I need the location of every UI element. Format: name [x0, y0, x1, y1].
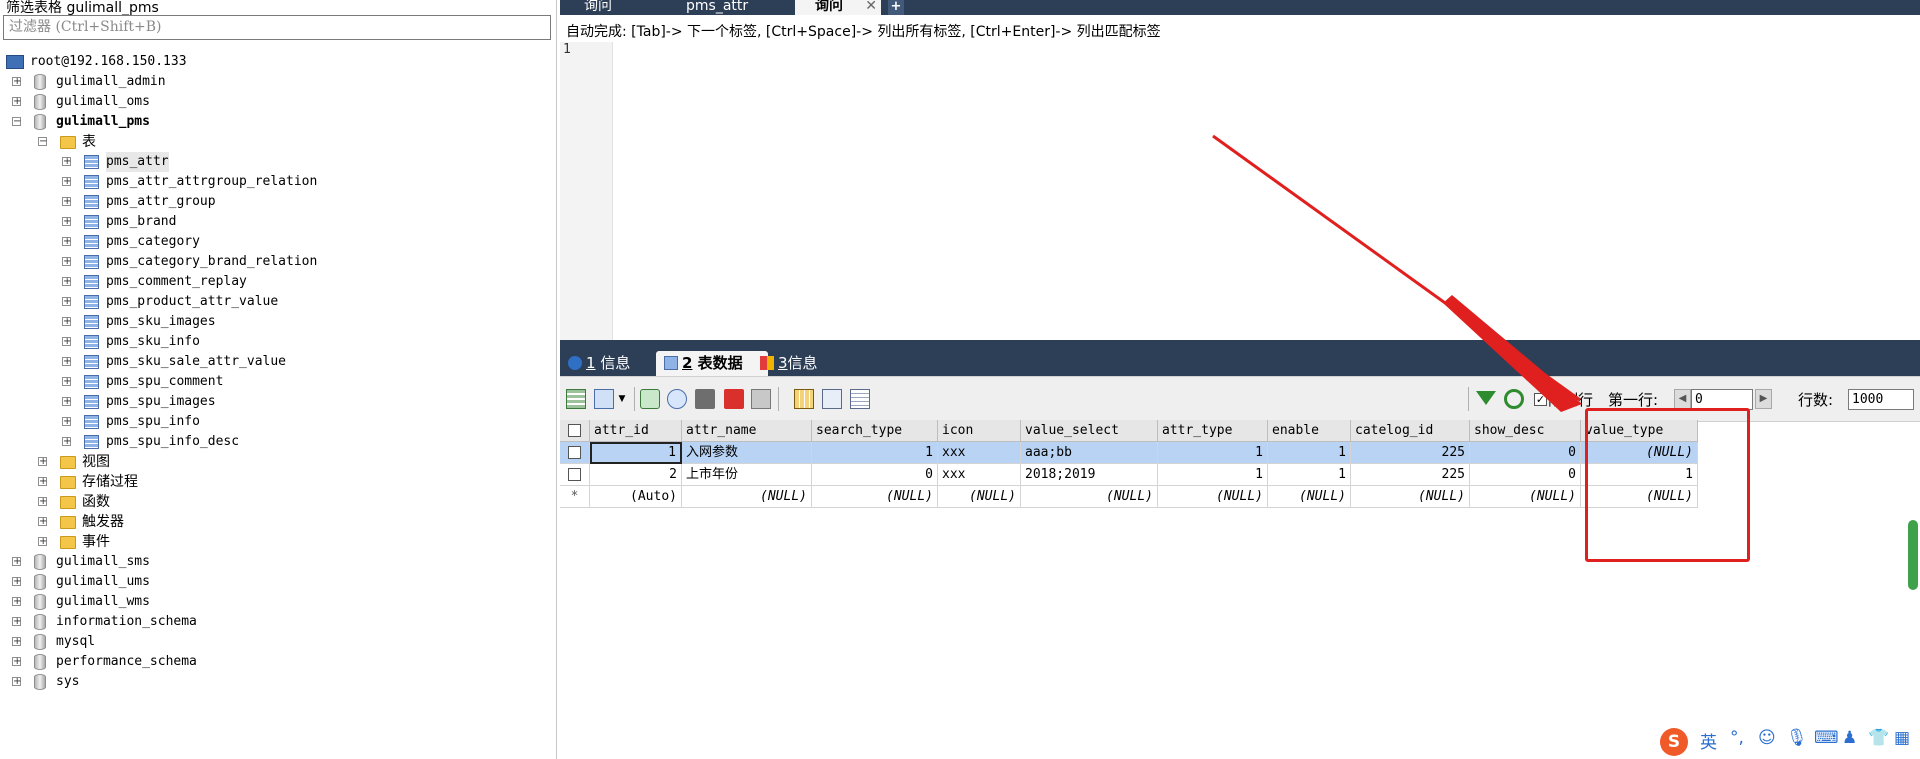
voice-icon[interactable]: 🎙	[1786, 728, 1808, 748]
annotation-arrow-head	[1443, 295, 1582, 412]
annotation-overlay	[1212, 134, 1582, 412]
emoji-icon[interactable]: ☺	[1758, 728, 1776, 748]
keyboard-icon[interactable]: ⌨	[1814, 728, 1839, 748]
user-icon[interactable]: ♟	[1842, 728, 1857, 748]
ime-logo-icon[interactable]: S	[1660, 728, 1688, 756]
skin-icon[interactable]: 👕	[1868, 728, 1889, 748]
ime-language-toggle[interactable]: 英	[1700, 728, 1717, 753]
punctuation-icon[interactable]: °,	[1730, 728, 1744, 748]
scrollbar-thumb[interactable]	[1908, 520, 1918, 590]
annotation-highlight-box	[1585, 408, 1750, 562]
toolbox-icon[interactable]: ▦	[1894, 728, 1910, 748]
